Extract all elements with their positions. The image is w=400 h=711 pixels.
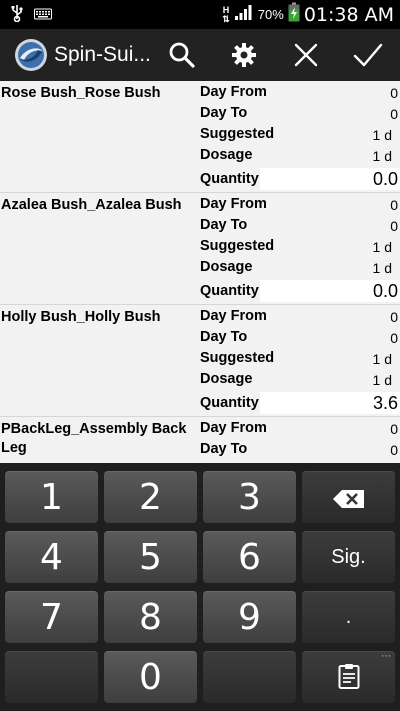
- backspace-icon: [332, 477, 366, 518]
- signal-icon: [234, 3, 254, 26]
- close-icon[interactable]: [286, 35, 326, 75]
- key-4[interactable]: 4: [5, 531, 98, 583]
- list-item[interactable]: Azalea Bush_Azalea Bush Day From 0 Day T…: [0, 193, 400, 305]
- day-from-label: Day From: [200, 308, 267, 324]
- status-right: H ⇅ 70% 01:38 AM: [222, 0, 394, 29]
- quantity-field[interactable]: 3.6: [260, 392, 400, 414]
- status-bar: H ⇅ 70% 01:38 AM: [0, 0, 400, 29]
- product-name: PBackLeg_Assembly Back Leg: [1, 421, 187, 456]
- key-1[interactable]: 1: [5, 471, 98, 523]
- dosage-label: Dosage: [200, 147, 253, 163]
- day-from-value: 0: [390, 309, 398, 325]
- more-settings-icon: ⋯: [381, 651, 391, 662]
- product-name: Azalea Bush_Azalea Bush: [1, 197, 182, 213]
- day-to-label: Day To: [200, 105, 248, 121]
- key-3[interactable]: 3: [203, 471, 296, 523]
- suggested-label: Suggested: [200, 126, 275, 142]
- product-name: Holly Bush_Holly Bush: [1, 309, 161, 325]
- list-item[interactable]: Holly Bush_Holly Bush Day From 0 Day To …: [0, 305, 400, 417]
- day-from-value: 0: [390, 85, 398, 101]
- key-9[interactable]: 9: [203, 591, 296, 643]
- backspace-key[interactable]: [302, 471, 395, 523]
- search-icon[interactable]: [162, 35, 202, 75]
- suggested-label: Suggested: [200, 350, 275, 366]
- settings-icon[interactable]: [224, 35, 264, 75]
- numeric-keyboard: 1 2 3 4 5 6 Sig. 7 8 9 . 0 ⋯: [0, 463, 400, 711]
- key-8[interactable]: 8: [104, 591, 197, 643]
- quantity-label: Quantity: [200, 283, 259, 299]
- app-logo-icon[interactable]: [14, 38, 48, 72]
- day-from-label: Day From: [200, 420, 267, 436]
- battery-charging-icon: [288, 2, 300, 27]
- status-time: 01:38 AM: [303, 3, 394, 26]
- dosage-label: Dosage: [200, 259, 253, 275]
- suggested-value: 1 d: [372, 351, 392, 367]
- day-to-value: 0: [390, 106, 398, 122]
- key-2[interactable]: 2: [104, 471, 197, 523]
- action-bar: Spin-Sui...: [0, 29, 400, 81]
- confirm-icon[interactable]: [348, 35, 388, 75]
- day-to-label: Day To: [200, 441, 248, 457]
- blank-key-right[interactable]: [203, 651, 296, 703]
- day-from-value: 0: [390, 421, 398, 437]
- suggested-value: 1 d: [372, 239, 392, 255]
- list-item[interactable]: PBackLeg_Assembly Back Leg Day From 0 Da…: [0, 417, 400, 463]
- quantity-field[interactable]: 0.0: [260, 168, 400, 190]
- day-to-value: 0: [390, 218, 398, 234]
- day-to-label: Day To: [200, 329, 248, 345]
- product-name: Rose Bush_Rose Bush: [1, 85, 161, 101]
- day-to-value: 0: [390, 330, 398, 346]
- battery-percent: 70%: [257, 7, 284, 22]
- list-item[interactable]: Rose Bush_Rose Bush Day From 0 Day To 0 …: [0, 81, 400, 193]
- key-7[interactable]: 7: [5, 591, 98, 643]
- key-6[interactable]: 6: [203, 531, 296, 583]
- dosage-label: Dosage: [200, 371, 253, 387]
- quantity-value[interactable]: 0.0: [373, 280, 398, 302]
- app-title: Spin-Sui...: [54, 43, 151, 66]
- dosage-value: 1 d: [372, 148, 392, 164]
- clipboard-icon: [338, 657, 360, 698]
- usb-icon: [10, 4, 24, 27]
- product-list[interactable]: Rose Bush_Rose Bush Day From 0 Day To 0 …: [0, 81, 400, 463]
- dosage-value: 1 d: [372, 372, 392, 388]
- decimal-key[interactable]: .: [302, 591, 395, 643]
- quantity-label: Quantity: [200, 395, 259, 411]
- suggested-value: 1 d: [372, 127, 392, 143]
- keyboard-icon: [34, 7, 52, 25]
- clipboard-key[interactable]: ⋯: [302, 651, 395, 703]
- blank-key-left[interactable]: [5, 651, 98, 703]
- quantity-value[interactable]: 3.6: [373, 392, 398, 414]
- day-from-label: Day From: [200, 196, 267, 212]
- dosage-value: 1 d: [372, 260, 392, 276]
- sign-key[interactable]: Sig.: [302, 531, 395, 583]
- key-0[interactable]: 0: [104, 651, 197, 703]
- suggested-label: Suggested: [200, 238, 275, 254]
- quantity-value[interactable]: 0.0: [373, 168, 398, 190]
- day-to-label: Day To: [200, 217, 248, 233]
- quantity-label: Quantity: [200, 171, 259, 187]
- day-from-label: Day From: [200, 84, 267, 100]
- status-left: [10, 4, 52, 27]
- day-to-value: 0: [390, 442, 398, 458]
- quantity-field[interactable]: 0.0: [260, 280, 400, 302]
- day-from-value: 0: [390, 197, 398, 213]
- key-5[interactable]: 5: [104, 531, 197, 583]
- data-h-icon: H ⇅: [222, 4, 230, 24]
